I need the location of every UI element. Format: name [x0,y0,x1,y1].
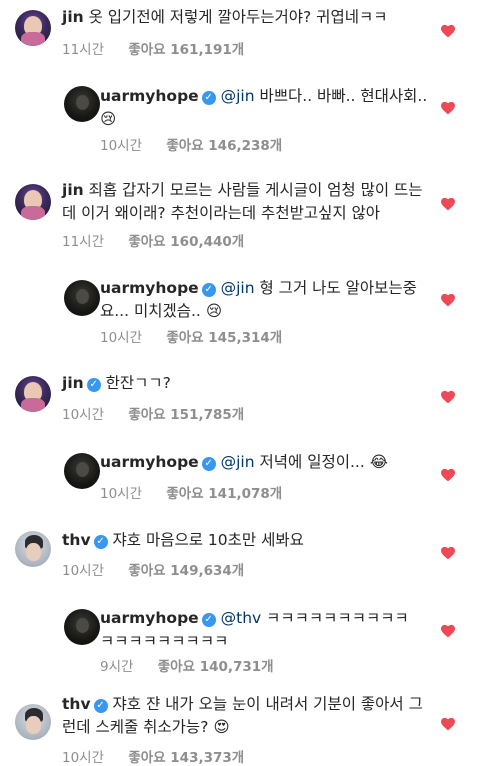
likes-count[interactable]: 좋아요 145,314개 [166,330,282,346]
comment-meta: 10시간 좋아요 145,314개 [100,326,282,346]
comment-body: uarmyhope ✓ @jin 형 그거 나도 알아보는중요... 미치겠슴..… [100,277,430,323]
verified-badge-icon: ✓ [201,457,216,471]
verified-badge-icon: ✓ [86,378,101,392]
comment-meta: 9시간 좋아요 140,731개 [100,655,274,675]
timestamp: 9시간 [100,659,134,675]
comment-body: jin 죄홉 갑자기 모르는 사람들 게시글이 엄청 많이 뜨는데 이거 왜이래… [62,179,432,225]
likes-count[interactable]: 좋아요 161,191개 [128,42,244,58]
like-heart-icon[interactable] [440,467,456,483]
timestamp: 10시간 [62,563,105,579]
emoji: 😍 [213,718,230,736]
username-link[interactable]: uarmyhope [100,87,199,105]
comment-text: 쟈호 쟌 내가 오늘 눈이 내려서 기분이 좋아서 그런데 스케줄 취소가능? [62,695,423,736]
username-link[interactable]: uarmyhope [100,453,199,471]
comment-text: 옷 입기전에 저렇게 깔아두는거야? 귀엽네ㅋㅋ [88,8,388,26]
comment-text: 저녁에 일정이... [259,453,365,471]
username-link[interactable]: thv [62,531,91,549]
comment-body: uarmyhope ✓ @thv ㅋㅋㅋㅋㅋㅋㅋㅋㅋㅋㅋㅋㅋㅋㅋㅋㅋㅋㅋ [100,607,418,653]
thv-avatar[interactable] [15,704,51,740]
emoji: 😢 [205,302,222,320]
comment-body: thv ✓ 쟈호 마음으로 10초만 세봐요 [62,529,432,552]
verified-badge-icon: ✓ [93,535,108,549]
likes-count[interactable]: 좋아요 140,731개 [158,659,274,675]
username-link[interactable]: uarmyhope [100,279,199,297]
uarmyhope-avatar[interactable] [64,280,100,316]
likes-count[interactable]: 좋아요 143,373개 [128,750,244,766]
username-link[interactable]: uarmyhope [100,609,199,627]
likes-count[interactable]: 좋아요 160,440개 [128,234,244,250]
comment-meta: 11시간 좋아요 161,191개 [62,38,244,58]
verified-badge-icon: ✓ [93,699,108,713]
uarmyhope-avatar[interactable] [64,86,100,122]
username-link[interactable]: thv [62,695,91,713]
likes-count[interactable]: 좋아요 149,634개 [128,563,244,579]
comment-body: uarmyhope ✓ @jin 저녁에 일정이... 😂 [100,451,430,474]
like-heart-icon[interactable] [440,389,456,405]
like-heart-icon[interactable] [440,623,456,639]
username-link[interactable]: jin [62,181,84,199]
comment-meta: 11시간 좋아요 160,440개 [62,230,244,250]
comment-text: 죄홉 갑자기 모르는 사람들 게시글이 엄청 많이 뜨는데 이거 왜이래? 추천… [62,181,423,222]
like-heart-icon[interactable] [440,23,456,39]
emoji: 😂 [369,453,388,471]
jin-avatar[interactable] [15,376,51,412]
comment-body: thv ✓ 쟈호 쟌 내가 오늘 눈이 내려서 기분이 좋아서 그런데 스케줄 취… [62,693,432,739]
like-heart-icon[interactable] [440,292,456,308]
mention-link[interactable]: @jin [221,453,255,471]
comment-body: uarmyhope ✓ @jin 바쁘다.. 바빠.. 현대사회.. 😢 [100,85,430,131]
verified-badge-icon: ✓ [201,613,216,627]
username-link[interactable]: jin [62,8,84,26]
likes-count[interactable]: 좋아요 146,238개 [166,138,282,154]
verified-badge-icon: ✓ [201,283,216,297]
like-heart-icon[interactable] [440,100,456,116]
timestamp: 10시간 [100,138,143,154]
likes-count[interactable]: 좋아요 141,078개 [166,486,282,502]
comment-text: 바쁘다.. 바빠.. 현대사회.. [259,87,428,105]
comment-meta: 10시간 좋아요 149,634개 [62,559,244,579]
timestamp: 10시간 [62,750,105,766]
jin-avatar[interactable] [15,184,51,220]
uarmyhope-avatar[interactable] [64,609,100,645]
timestamp: 11시간 [62,234,105,250]
mention-link[interactable]: @thv [221,609,262,627]
like-heart-icon[interactable] [440,716,456,732]
comment-meta: 10시간 좋아요 146,238개 [100,134,282,154]
comment-text: 쟈호 마음으로 10초만 세봐요 [112,531,304,549]
comment-meta: 10시간 좋아요 141,078개 [100,482,282,502]
uarmyhope-avatar[interactable] [64,453,100,489]
timestamp: 10시간 [100,486,143,502]
comment-text: 한잔ㄱㄱ? [105,374,171,392]
verified-badge-icon: ✓ [201,91,216,105]
comment-meta: 10시간 좋아요 151,785개 [62,403,244,423]
like-heart-icon[interactable] [440,196,456,212]
timestamp: 10시간 [100,330,143,346]
like-heart-icon[interactable] [440,545,456,561]
thv-avatar[interactable] [15,531,51,567]
comment-body: jin ✓ 한잔ㄱㄱ? [62,372,432,395]
emoji: 😢 [100,110,117,128]
comment-meta: 10시간 좋아요 143,373개 [62,746,244,766]
timestamp: 10시간 [62,407,105,423]
jin-avatar[interactable] [15,10,51,46]
comment-body: jin 옷 입기전에 저렇게 깔아두는거야? 귀엽네ㅋㅋ [62,6,432,29]
timestamp: 11시간 [62,42,105,58]
mention-link[interactable]: @jin [221,87,255,105]
username-link[interactable]: jin [62,374,84,392]
mention-link[interactable]: @jin [221,279,255,297]
likes-count[interactable]: 좋아요 151,785개 [128,407,244,423]
